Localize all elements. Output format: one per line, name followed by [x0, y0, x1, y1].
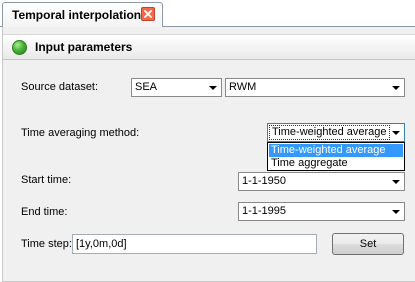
source-variable-value: RWM [229, 81, 257, 93]
source-dataset-select[interactable]: SEA [131, 78, 222, 97]
end-time-value: 1-1-1995 [242, 205, 287, 217]
dropdown-option[interactable]: Time aggregate [269, 157, 403, 170]
chevron-down-icon [209, 86, 217, 90]
source-dataset-label: Source dataset: [21, 81, 99, 93]
time-step-value: [1y,0m,0d] [76, 238, 127, 250]
tab-temporal-interpolation[interactable]: Temporal interpolation [2, 2, 163, 28]
time-averaging-select[interactable]: Time-weighted average [267, 123, 405, 142]
close-icon[interactable] [141, 7, 155, 21]
set-button[interactable]: Set [332, 233, 404, 255]
time-step-input[interactable]: [1y,0m,0d] [72, 234, 317, 254]
chevron-down-icon [392, 86, 400, 90]
time-averaging-dropdown: Time-weighted average Time aggregate [267, 142, 405, 171]
status-ok-icon [12, 40, 27, 55]
dropdown-option[interactable]: Time-weighted average [269, 144, 403, 157]
time-averaging-value: Time-weighted average [269, 125, 390, 140]
chevron-down-icon [392, 180, 400, 184]
time-averaging-label: Time averaging method: [21, 127, 140, 139]
chevron-down-icon [392, 210, 400, 214]
start-time-select[interactable]: 1-1-1950 [238, 172, 405, 191]
source-dataset-value: SEA [135, 81, 158, 93]
section-title: Input parameters [35, 40, 133, 54]
start-time-label: Start time: [21, 174, 72, 186]
end-time-select[interactable]: 1-1-1995 [238, 202, 405, 221]
chevron-down-icon [392, 131, 400, 135]
section-header[interactable]: Input parameters [3, 34, 415, 60]
end-time-label: End time: [21, 206, 68, 218]
time-step-label: Time step: [21, 238, 72, 250]
source-variable-select[interactable]: RWM [225, 78, 405, 97]
start-time-value: 1-1-1950 [242, 175, 287, 187]
tab-title: Temporal interpolation [12, 8, 142, 22]
